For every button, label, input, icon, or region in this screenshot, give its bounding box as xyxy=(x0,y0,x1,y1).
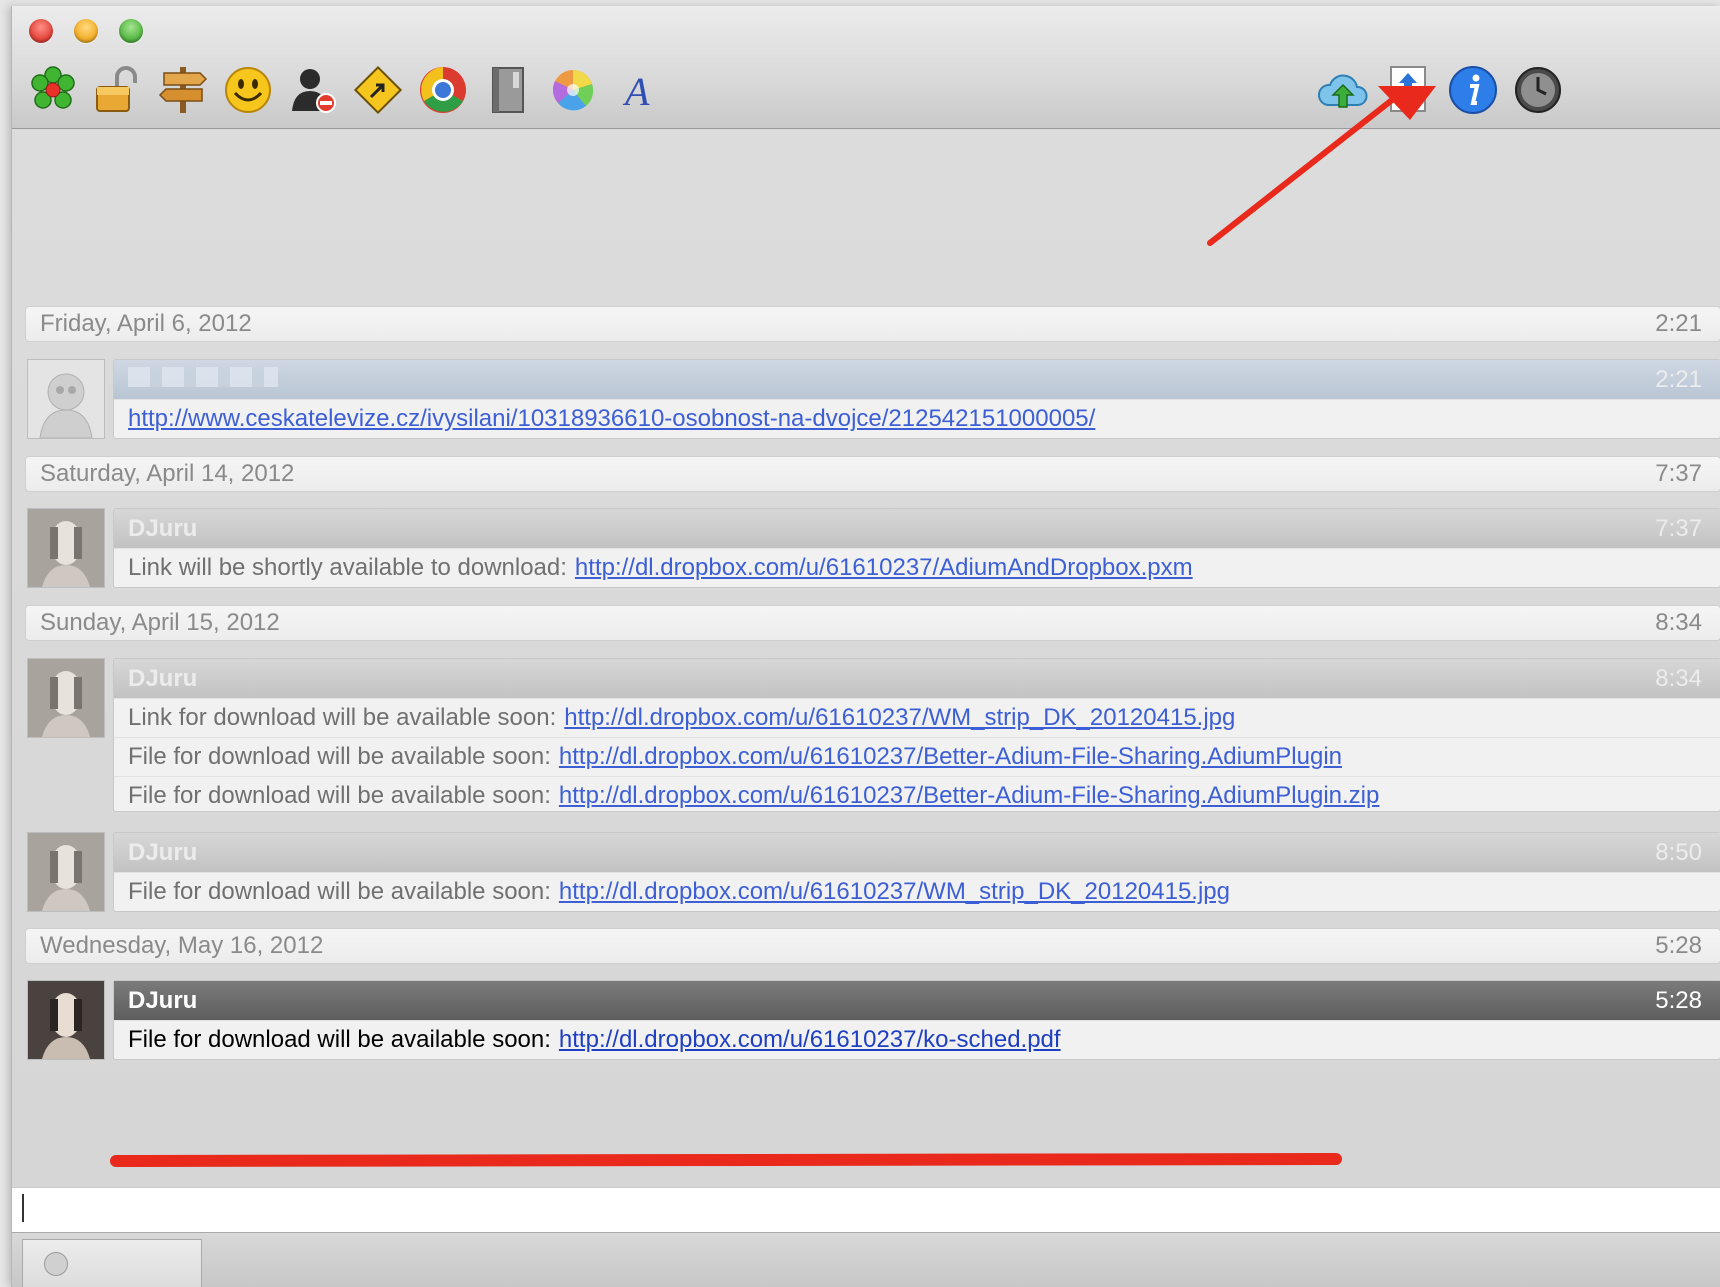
icq-flower-icon[interactable] xyxy=(24,61,82,119)
message-header: 2:21 xyxy=(114,360,1720,399)
status-indicator-icon[interactable] xyxy=(44,1252,68,1276)
message-link[interactable]: http://dl.dropbox.com/u/61610237/WM_stri… xyxy=(559,878,1230,906)
avatar[interactable] xyxy=(27,832,105,912)
font-icon[interactable]: A xyxy=(609,61,667,119)
date-time: 7:37 xyxy=(1655,460,1702,487)
message-group: DJuru 8:50 File for download will be ava… xyxy=(27,832,1720,912)
date-label: Wednesday, May 16, 2012 xyxy=(40,932,324,959)
sender-name: DJuru xyxy=(128,986,198,1014)
direction-sign-icon[interactable] xyxy=(349,61,407,119)
book-icon[interactable] xyxy=(479,61,537,119)
avatar[interactable] xyxy=(27,508,105,588)
color-wheel-icon[interactable] xyxy=(544,61,602,119)
message-group: DJuru 7:37 Link will be shortly availabl… xyxy=(27,508,1720,588)
message-header: DJuru 8:50 xyxy=(114,833,1720,872)
sender-name xyxy=(128,366,278,394)
date-separator: Sunday, April 15, 2012 8:34 xyxy=(25,605,1720,641)
message-time: 8:50 xyxy=(1655,838,1702,866)
message-input[interactable] xyxy=(12,1187,1720,1233)
block-contact-icon[interactable] xyxy=(284,61,342,119)
message-link[interactable]: http://dl.dropbox.com/u/61610237/Better-… xyxy=(559,743,1342,771)
date-time: 5:28 xyxy=(1655,932,1702,959)
date-label: Friday, April 6, 2012 xyxy=(40,310,252,337)
chat-window: A Friday, April 6, 2012 2:21 2:21 http:/… xyxy=(11,6,1720,1287)
signpost-icon[interactable] xyxy=(154,61,212,119)
minimize-window-button[interactable] xyxy=(74,19,98,43)
date-time: 2:21 xyxy=(1655,310,1702,337)
message-group: DJuru 5:28 File for download will be ava… xyxy=(27,980,1720,1060)
message-header: DJuru 5:28 xyxy=(114,981,1720,1020)
message-link[interactable]: http://www.ceskatelevize.cz/ivysilani/10… xyxy=(128,405,1095,433)
send-file-icon[interactable] xyxy=(1379,61,1437,119)
redacted-name xyxy=(128,366,278,387)
message-link[interactable]: http://dl.dropbox.com/u/61610237/AdiumAn… xyxy=(575,554,1193,582)
message-header: DJuru 8:34 xyxy=(114,659,1720,698)
message-line: http://www.ceskatelevize.cz/ivysilani/10… xyxy=(114,399,1720,438)
date-separator: Friday, April 6, 2012 2:21 xyxy=(25,306,1720,342)
date-label: Sunday, April 15, 2012 xyxy=(40,609,280,636)
message-line: File for download will be available soon… xyxy=(114,737,1720,776)
message-link[interactable]: http://dl.dropbox.com/u/61610237/WM_stri… xyxy=(564,704,1235,732)
message-link[interactable]: http://dl.dropbox.com/u/61610237/ko-sche… xyxy=(559,1026,1061,1054)
message-line: Link for download will be available soon… xyxy=(114,698,1720,737)
status-tab[interactable] xyxy=(22,1239,202,1287)
message-line: File for download will be available soon… xyxy=(114,1020,1720,1059)
message-time: 8:34 xyxy=(1655,664,1702,692)
message-header: DJuru 7:37 xyxy=(114,509,1720,548)
lock-icon[interactable] xyxy=(89,61,147,119)
message-time: 7:37 xyxy=(1655,514,1702,542)
message-group: 2:21 http://www.ceskatelevize.cz/ivysila… xyxy=(27,359,1720,439)
clock-icon[interactable] xyxy=(1509,61,1567,119)
message-time: 5:28 xyxy=(1655,986,1702,1014)
message-bubble: DJuru 7:37 Link will be shortly availabl… xyxy=(113,508,1720,588)
message-bubble: DJuru 8:34 Link for download will be ava… xyxy=(113,658,1720,812)
status-bar xyxy=(12,1232,1720,1287)
svg-text:A: A xyxy=(622,69,650,114)
date-separator: Saturday, April 14, 2012 7:37 xyxy=(25,456,1720,492)
text-caret xyxy=(22,1194,24,1222)
date-time: 8:34 xyxy=(1655,609,1702,636)
message-bubble: 2:21 http://www.ceskatelevize.cz/ivysila… xyxy=(113,359,1720,439)
zoom-window-button[interactable] xyxy=(119,19,143,43)
message-bubble: DJuru 8:50 File for download will be ava… xyxy=(113,832,1720,912)
sender-name: DJuru xyxy=(128,838,198,866)
date-separator: Wednesday, May 16, 2012 5:28 xyxy=(25,928,1720,964)
message-line: Link will be shortly available to downlo… xyxy=(114,548,1720,587)
close-window-button[interactable] xyxy=(29,19,53,43)
sender-name: DJuru xyxy=(128,664,198,692)
toolbar: A xyxy=(12,6,1720,129)
chat-transcript[interactable]: Friday, April 6, 2012 2:21 2:21 http://w… xyxy=(12,129,1720,1187)
avatar[interactable] xyxy=(27,359,105,439)
smiley-icon[interactable] xyxy=(219,61,277,119)
date-label: Saturday, April 14, 2012 xyxy=(40,460,295,487)
avatar[interactable] xyxy=(27,980,105,1060)
message-time: 2:21 xyxy=(1655,365,1702,393)
info-icon[interactable] xyxy=(1444,61,1502,119)
message-bubble: DJuru 5:28 File for download will be ava… xyxy=(113,980,1720,1060)
message-link[interactable]: http://dl.dropbox.com/u/61610237/Better-… xyxy=(559,782,1379,810)
message-line: File for download will be available soon… xyxy=(114,776,1720,815)
avatar[interactable] xyxy=(27,658,105,738)
sender-name: DJuru xyxy=(128,514,198,542)
chrome-icon[interactable] xyxy=(414,61,472,119)
message-line: File for download will be available soon… xyxy=(114,872,1720,911)
cloud-upload-icon[interactable] xyxy=(1314,61,1372,119)
message-group: DJuru 8:34 Link for download will be ava… xyxy=(27,658,1720,812)
